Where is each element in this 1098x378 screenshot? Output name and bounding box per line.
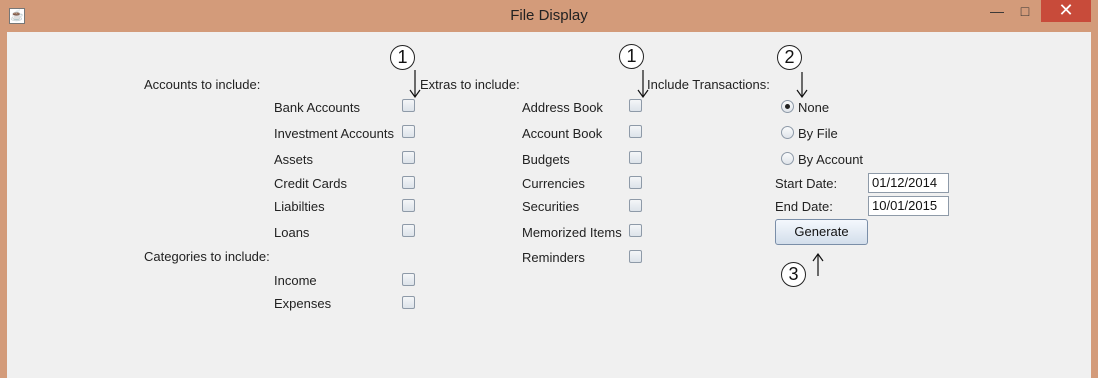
loans-checkbox[interactable]: [402, 224, 415, 237]
by-file-radio-label: By File: [798, 126, 838, 141]
file-display-window: ☕ File Display — □ ✕ Accounts to include…: [0, 0, 1098, 378]
address-book-checkbox[interactable]: [629, 99, 642, 112]
annotation-arrow-down-1a: [409, 70, 421, 99]
address-book-label: Address Book: [522, 100, 603, 115]
account-book-checkbox[interactable]: [629, 125, 642, 138]
categories-heading: Categories to include:: [144, 249, 270, 264]
annotation-badge-2: 2: [777, 45, 802, 70]
end-date-label: End Date:: [775, 199, 833, 214]
income-label: Income: [274, 273, 317, 288]
annotation-badge-3: 3: [781, 262, 806, 287]
expenses-checkbox[interactable]: [402, 296, 415, 309]
content-panel: Accounts to include: Bank Accounts Inves…: [7, 32, 1091, 378]
end-date-input[interactable]: 10/01/2015: [868, 196, 949, 216]
annotation-arrow-down-2: [796, 72, 808, 99]
budgets-label: Budgets: [522, 152, 570, 167]
currencies-label: Currencies: [522, 176, 585, 191]
title-bar[interactable]: ☕ File Display — □ ✕: [0, 0, 1098, 32]
assets-checkbox[interactable]: [402, 151, 415, 164]
start-date-label: Start Date:: [775, 176, 838, 191]
securities-checkbox[interactable]: [629, 199, 642, 212]
reminders-label: Reminders: [522, 250, 585, 265]
generate-button[interactable]: Generate: [775, 219, 868, 245]
window-title: File Display: [510, 7, 588, 24]
assets-label: Assets: [274, 152, 314, 167]
investment-accounts-label: Investment Accounts: [274, 126, 394, 141]
annotation-badge-1a: 1: [390, 45, 415, 70]
maximize-button[interactable]: □: [1012, 0, 1038, 22]
by-file-radio[interactable]: [781, 126, 794, 139]
credit-cards-label: Credit Cards: [274, 176, 347, 191]
extras-heading: Extras to include:: [420, 77, 520, 92]
by-account-radio-label: By Account: [798, 152, 864, 167]
liabilities-checkbox[interactable]: [402, 199, 415, 212]
none-radio[interactable]: [781, 100, 794, 113]
securities-label: Securities: [522, 199, 580, 214]
start-date-input[interactable]: 01/12/2014: [868, 173, 949, 193]
accounts-heading: Accounts to include:: [144, 77, 261, 92]
annotation-badge-1b: 1: [619, 44, 644, 69]
expenses-label: Expenses: [274, 296, 332, 311]
annotation-arrow-down-1b: [637, 70, 649, 99]
none-radio-label: None: [798, 100, 830, 115]
liabilities-label: Liabilties: [274, 199, 325, 214]
income-checkbox[interactable]: [402, 273, 415, 286]
memorized-items-checkbox[interactable]: [629, 224, 642, 237]
annotation-arrow-up-3: [812, 252, 824, 276]
account-book-label: Account Book: [522, 126, 603, 141]
minimize-button[interactable]: —: [984, 0, 1010, 22]
budgets-checkbox[interactable]: [629, 151, 642, 164]
by-account-radio[interactable]: [781, 152, 794, 165]
currencies-checkbox[interactable]: [629, 176, 642, 189]
credit-cards-checkbox[interactable]: [402, 176, 415, 189]
close-button[interactable]: ✕: [1041, 0, 1091, 22]
reminders-checkbox[interactable]: [629, 250, 642, 263]
transactions-heading: Include Transactions:: [647, 77, 770, 92]
bank-accounts-label: Bank Accounts: [274, 100, 360, 115]
loans-label: Loans: [274, 225, 310, 240]
bank-accounts-checkbox[interactable]: [402, 99, 415, 112]
investment-accounts-checkbox[interactable]: [402, 125, 415, 138]
memorized-items-label: Memorized Items: [522, 225, 622, 240]
